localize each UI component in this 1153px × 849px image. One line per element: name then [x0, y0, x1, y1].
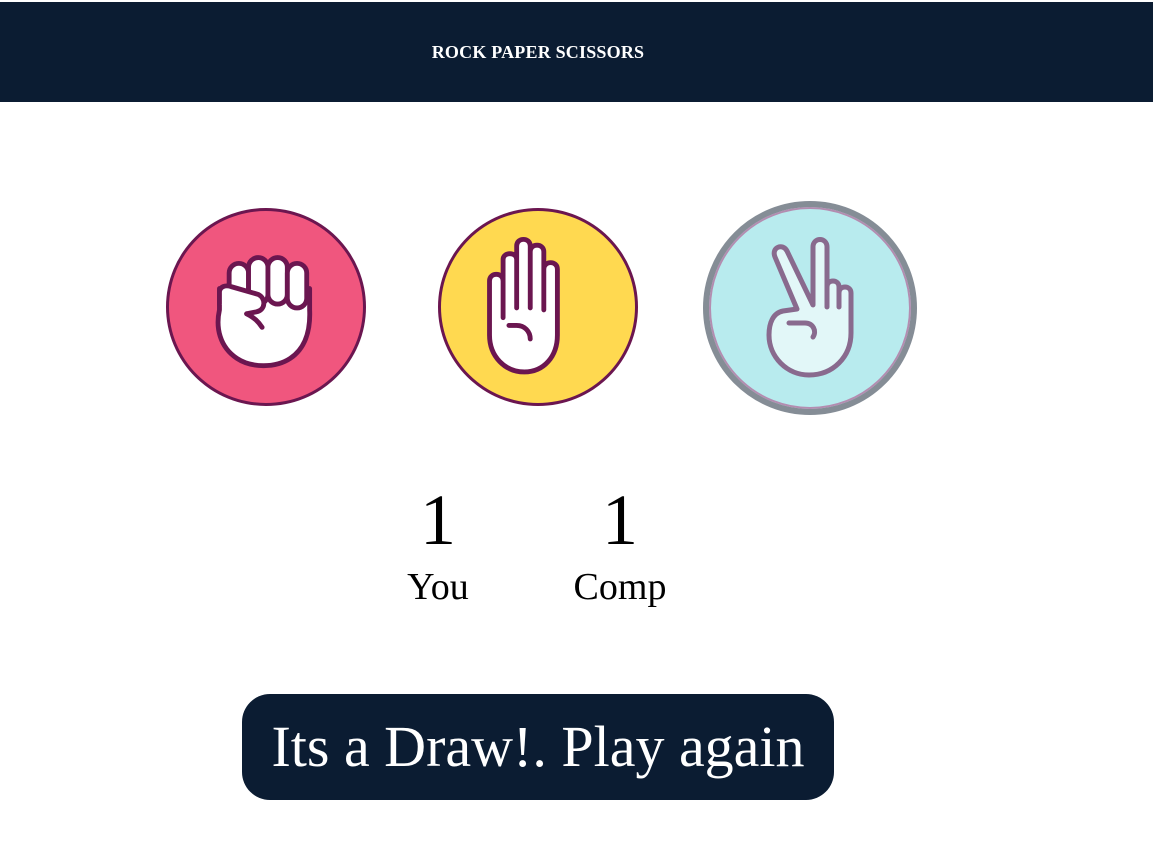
user-score: 1 You [358, 484, 518, 614]
user-score-value: 1 [420, 480, 456, 560]
choice-rock-button[interactable] [166, 208, 366, 406]
computer-score: 1 Comp [540, 484, 700, 614]
computer-score-value: 1 [602, 480, 638, 560]
game-page: ROCK PAPER SCISSORS 1 You 1 Comp Its a D… [0, 0, 1153, 849]
user-score-label: You [407, 566, 469, 608]
fist-icon [215, 255, 313, 369]
choice-scissors-button[interactable] [703, 201, 917, 415]
open-hand-icon [487, 236, 560, 375]
app-header: ROCK PAPER SCISSORS [0, 2, 1153, 102]
computer-score-label: Comp [573, 566, 667, 608]
app-title: ROCK PAPER SCISSORS [431, 42, 645, 62]
choice-paper-button[interactable] [438, 208, 638, 406]
peace-sign-icon [766, 237, 854, 378]
result-message-button[interactable]: Its a Draw!. Play again [242, 694, 834, 800]
